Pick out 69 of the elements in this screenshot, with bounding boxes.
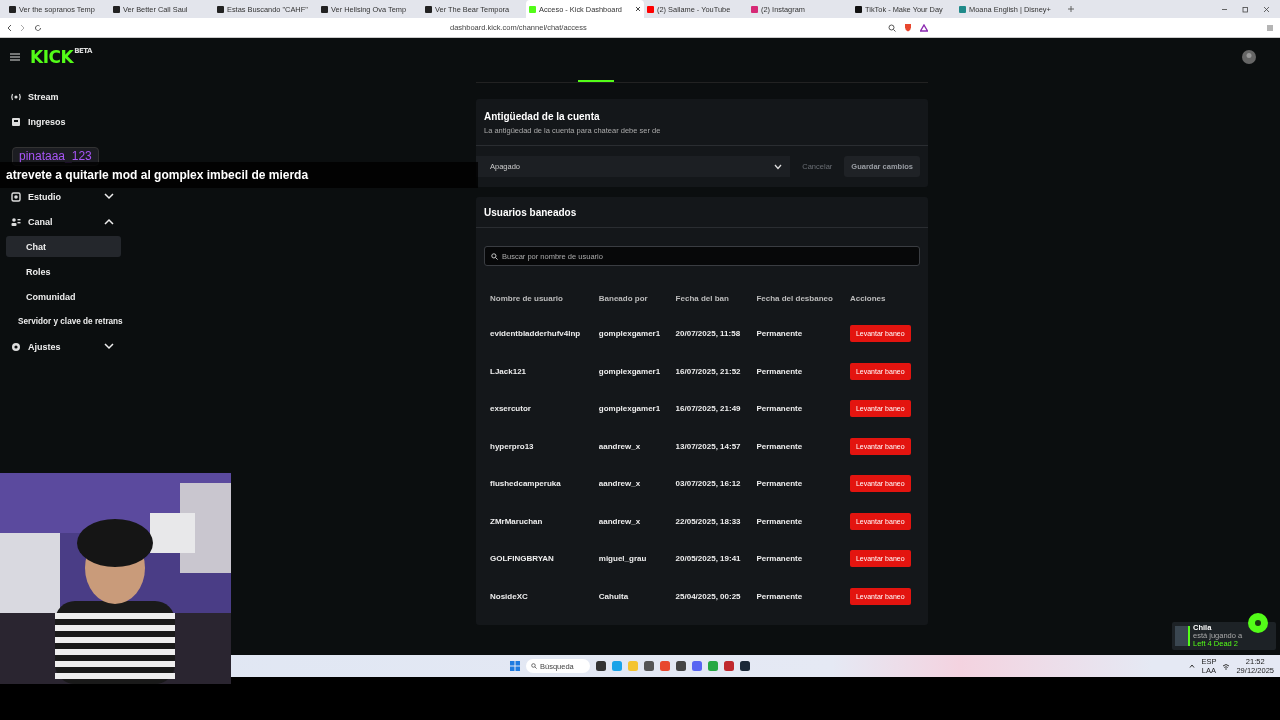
table-cell: GOLFINGBRYAN [490,554,554,564]
sidebar-group[interactable]: Estudio [0,189,122,204]
column-header: Acciones [849,294,886,303]
table-cell: Cahulta [598,591,629,601]
users-icon [10,215,22,228]
table-cell: exsercutor [490,404,531,414]
column-header: Fecha del ban [675,294,729,303]
table-cell: aandrew_x [598,441,641,451]
table-cell: 16/07/2025, 21:49 [675,404,741,414]
section-title: Usuarios baneados [484,207,578,218]
wifi-icon[interactable] [1222,662,1231,670]
sidebar-item[interactable]: Stream [0,89,122,104]
sidebar-group[interactable]: Ajustes [0,339,122,354]
search-icon [531,663,537,669]
game-thumbnail [1175,626,1190,646]
table-cell: Permanente [756,329,803,339]
table-cell: Permanente [756,479,803,489]
table-cell: flushedcamperuka [490,479,561,489]
column-header: Baneado por [598,294,648,303]
shield-icon[interactable] [904,23,912,32]
camera-icon [10,190,22,203]
sidebar-item[interactable]: Servidor y clave de retrans [0,314,122,329]
sidebar-item[interactable]: Ingresos [0,114,122,129]
table-cell: evidentbladderhufv4lnp [490,329,581,339]
sidebar-group[interactable]: Canal [0,214,122,229]
close-icon[interactable] [1263,5,1270,13]
table-cell: Permanente [756,516,803,526]
table-cell: gomplexgamer1 [598,404,661,414]
table-cell: gomplexgamer1 [598,329,661,339]
zoom-icon[interactable] [888,23,896,32]
settings-icon [10,340,22,353]
chevron-up-icon[interactable] [1189,664,1196,668]
table-cell: 16/07/2025, 21:52 [675,366,741,376]
column-header: Nombre de usuario [490,294,563,303]
back-icon[interactable] [6,23,12,32]
table-cell: 22/05/2025, 18:33 [675,516,741,526]
table-cell: 25/04/2025, 00:25 [675,591,741,601]
table-cell: Permanente [756,441,803,451]
close-icon[interactable] [635,6,641,12]
table-cell: 20/05/2025, 19:41 [675,554,741,564]
sidebar-subitem[interactable]: Chat [6,236,121,257]
table-cell: aandrew_x [598,516,641,526]
table-cell: hyperpro13 [490,441,534,451]
table-cell: 13/07/2025, 14:57 [675,441,741,451]
table-cell: gomplexgamer1 [598,366,661,376]
table-cell: ZMrMaruchan [490,516,543,526]
reload-icon[interactable] [34,23,42,32]
windows-start-icon[interactable] [510,661,520,671]
avatar-icon[interactable] [1242,50,1256,64]
table-cell: NosideXC [490,591,528,601]
restore-icon[interactable] [1242,5,1249,13]
table-cell: 20/07/2025, 11:58 [675,329,741,339]
sidebar-subitem[interactable]: Roles [0,264,122,279]
section-title: Antigüedad de la cuenta [484,111,601,122]
column-header: Fecha del desbaneo [756,294,833,303]
table-cell: Permanente [756,554,803,564]
table-cell: aandrew_x [598,479,641,489]
chat-message: atrevete a quitarle mod al gomplex imbecil de mierda [5,168,309,182]
chevron-down-icon [774,163,783,170]
table-cell: Permanente [756,404,803,414]
table-cell: Permanente [756,591,803,601]
table-cell: Permanente [756,366,803,376]
sidebar-subitem[interactable]: Comunidad [0,289,122,304]
table-cell: miguel_grau [598,554,647,564]
wallet-icon [10,115,22,128]
tab-indicator [578,80,614,82]
table-cell: LJack121 [490,366,527,376]
table-cell: 03/07/2025, 16:12 [675,479,741,489]
triangle-icon[interactable] [920,23,928,32]
